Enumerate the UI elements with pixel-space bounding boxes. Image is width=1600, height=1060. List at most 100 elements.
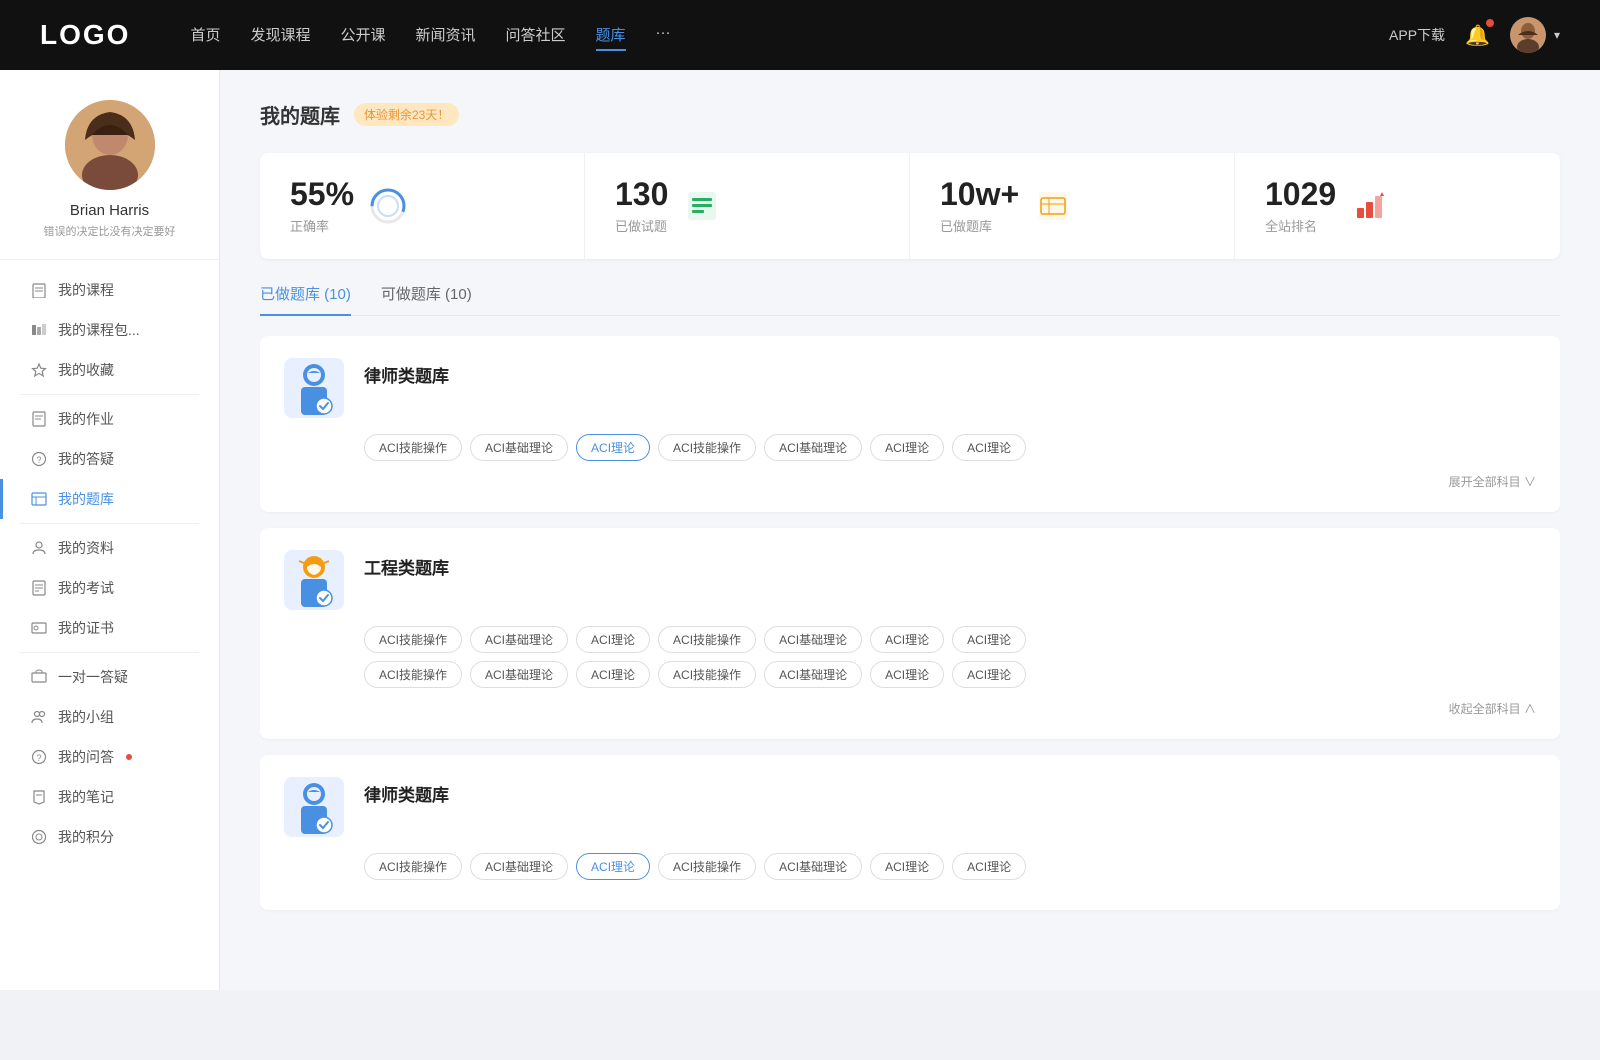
nav-news[interactable]: 新闻资讯 [416,20,476,51]
sidebar-menu: 我的课程 我的课程包... 我的收藏 我的作业 [0,270,219,857]
cert-icon [30,619,48,637]
tag-highlighted[interactable]: ACI理论 [576,853,650,880]
sidebar-item-group[interactable]: 我的小组 [0,697,219,737]
tag[interactable]: ACI理论 [952,434,1026,461]
tag[interactable]: ACI基础理论 [470,626,568,653]
tag[interactable]: ACI理论 [952,661,1026,688]
tag[interactable]: ACI技能操作 [658,853,756,880]
notes-icon [30,788,48,806]
sidebar-item-homework[interactable]: 我的作业 [0,399,219,439]
tag[interactable]: ACI理论 [576,626,650,653]
stat-bank: 10w+ 已做题库 [910,153,1235,259]
navbar-menu: 首页 发现课程 公开课 新闻资讯 问答社区 题库 ··· [190,20,1389,51]
bank-title-engineer: 工程类题库 [364,550,449,579]
sidebar-homework-label: 我的作业 [58,409,114,429]
bell-icon: 🔔 [1465,25,1490,47]
profile-icon [30,539,48,557]
bank-icon-engineer [284,550,344,610]
page-title-row: 我的题库 体验剩余23天！ [260,100,1560,129]
rank-label: 全站排名 [1265,216,1336,235]
sidebar-points-label: 我的积分 [58,827,114,847]
tag[interactable]: ACI基础理论 [764,434,862,461]
tag[interactable]: ACI基础理论 [470,853,568,880]
svg-text:?: ? [36,455,41,465]
question-icon: ? [30,450,48,468]
sidebar-item-exam[interactable]: 我的考试 [0,568,219,608]
tag[interactable]: ACI基础理论 [470,434,568,461]
questions-done-icon [684,188,720,224]
bank-tags-engineer-row2: ACI技能操作 ACI基础理论 ACI理论 ACI技能操作 ACI基础理论 AC… [284,661,1536,688]
sidebar-item-packages[interactable]: 我的课程包... [0,310,219,350]
tab-available[interactable]: 可做题库 (10) [381,283,472,316]
bank-label: 已做题库 [940,216,1019,235]
collapse-btn[interactable]: 收起全部科目 ∧ [1449,700,1536,717]
tag[interactable]: ACI理论 [952,626,1026,653]
tag[interactable]: ACI技能操作 [658,626,756,653]
sidebar-cert-label: 我的证书 [58,618,114,638]
sidebar-avatar [65,100,155,190]
avatar-image [65,100,155,190]
tag[interactable]: ACI理论 [870,853,944,880]
main-content: 我的题库 体验剩余23天！ 55% 正确率 [220,70,1600,990]
tag[interactable]: ACI理论 [870,661,944,688]
notification-bell[interactable]: 🔔 [1465,23,1490,48]
stat-accuracy: 55% 正确率 [260,153,585,259]
tag[interactable]: ACI技能操作 [658,661,756,688]
sidebar-item-favorites[interactable]: 我的收藏 [0,350,219,390]
accuracy-icon [370,188,406,224]
tabs-row: 已做题库 (10) 可做题库 (10) [260,283,1560,316]
sidebar-user-name: Brian Harris [70,202,149,219]
tag[interactable]: ACI理论 [870,626,944,653]
tag[interactable]: ACI基础理论 [764,661,862,688]
tag-highlighted[interactable]: ACI理论 [576,434,650,461]
sidebar-item-answer[interactable]: ? 我的答疑 [0,439,219,479]
sidebar-answer-label: 我的答疑 [58,449,114,469]
app-download-btn[interactable]: APP下载 [1389,25,1445,45]
tag[interactable]: ACI技能操作 [364,626,462,653]
expand-btn-1[interactable]: 展开全部科目 ∨ [1449,473,1536,490]
tag[interactable]: ACI基础理论 [764,853,862,880]
sidebar-item-courses[interactable]: 我的课程 [0,270,219,310]
tag[interactable]: ACI技能操作 [364,853,462,880]
bank-value: 10w+ [940,177,1019,212]
sidebar-item-tutor[interactable]: 一对一答疑 [0,657,219,697]
tag[interactable]: ACI技能操作 [364,434,462,461]
sidebar-item-profile[interactable]: 我的资料 [0,528,219,568]
tag[interactable]: ACI技能操作 [364,661,462,688]
bank-card-lawyer-2: 律师类题库 ACI技能操作 ACI基础理论 ACI理论 ACI技能操作 ACI基… [260,755,1560,910]
accuracy-label: 正确率 [290,216,354,235]
tag[interactable]: ACI理论 [576,661,650,688]
tag[interactable]: ACI理论 [870,434,944,461]
sidebar-item-bank[interactable]: 我的题库 [0,479,219,519]
tag[interactable]: ACI理论 [952,853,1026,880]
bank-footer-2: 收起全部科目 ∧ [284,696,1536,717]
sidebar-item-points[interactable]: 我的积分 [0,817,219,857]
tutor-icon [30,668,48,686]
sidebar-packages-label: 我的课程包... [58,320,140,340]
nav-discover[interactable]: 发现课程 [250,20,310,51]
tag[interactable]: ACI技能操作 [658,434,756,461]
sidebar-tutor-label: 一对一答疑 [58,667,128,687]
sidebar-courses-label: 我的课程 [58,280,114,300]
tag[interactable]: ACI基础理论 [764,626,862,653]
sidebar-notes-label: 我的笔记 [58,787,114,807]
sidebar-favorites-label: 我的收藏 [58,360,114,380]
bank-icon-lawyer [284,358,344,418]
bank-title-lawyer-1: 律师类题库 [364,358,449,387]
nav-bank[interactable]: 题库 [596,20,626,51]
nav-more[interactable]: ··· [656,20,671,51]
nav-open-course[interactable]: 公开课 [340,20,385,51]
sidebar-item-cert[interactable]: 我的证书 [0,608,219,648]
bank-done-icon [1035,188,1071,224]
nav-qa[interactable]: 问答社区 [506,20,566,51]
tag[interactable]: ACI基础理论 [470,661,568,688]
navbar-logo[interactable]: LOGO [40,19,130,51]
tab-done[interactable]: 已做题库 (10) [260,283,351,316]
sidebar-item-notes[interactable]: 我的笔记 [0,777,219,817]
homework-icon [30,410,48,428]
sidebar-item-questions[interactable]: ? 我的问答 [0,737,219,777]
nav-home[interactable]: 首页 [190,20,220,51]
user-avatar-wrap[interactable]: ▾ [1510,17,1560,53]
sidebar-bank-label: 我的题库 [58,489,114,509]
svg-text:?: ? [36,753,41,763]
